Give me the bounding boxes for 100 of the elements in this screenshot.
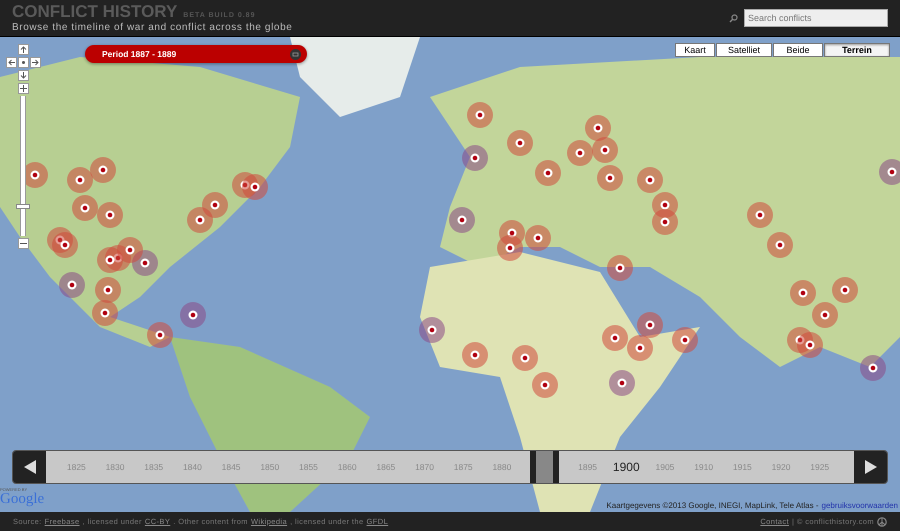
conflict-marker[interactable]: [812, 302, 838, 328]
timeline-back-button[interactable]: [13, 451, 46, 483]
map-type-button[interactable]: Satelliet: [716, 43, 772, 57]
conflict-marker[interactable]: [187, 207, 213, 233]
conflict-marker[interactable]: [97, 202, 123, 228]
search-field[interactable]: Search conflicts: [744, 9, 888, 27]
pan-left-button[interactable]: [6, 57, 16, 68]
conflict-marker[interactable]: [242, 174, 268, 200]
map-type-button[interactable]: Beide: [773, 43, 823, 57]
conflict-marker[interactable]: [602, 325, 628, 351]
timeline-year[interactable]: 1915: [723, 462, 762, 472]
conflict-marker[interactable]: [747, 202, 773, 228]
timeline-year[interactable]: 1830: [96, 462, 134, 472]
map-type-button[interactable]: Terrein: [824, 43, 890, 57]
conflict-marker[interactable]: [147, 322, 173, 348]
conflict-marker[interactable]: [132, 250, 158, 276]
conflict-marker[interactable]: [652, 209, 678, 235]
collapse-icon[interactable]: [290, 48, 301, 60]
conflict-marker[interactable]: [607, 255, 633, 281]
conflict-marker[interactable]: [592, 137, 618, 163]
search-icon: [729, 14, 738, 22]
conflict-marker[interactable]: [532, 372, 558, 398]
map-type-button[interactable]: Kaart: [675, 43, 715, 57]
conflict-marker[interactable]: [59, 272, 85, 298]
conflict-marker[interactable]: [585, 115, 611, 141]
conflict-marker[interactable]: [609, 370, 635, 396]
conflict-marker[interactable]: [117, 237, 143, 263]
conflict-marker[interactable]: [627, 335, 653, 361]
pan-right-button[interactable]: [30, 57, 40, 68]
timeline-forward-button[interactable]: [854, 451, 887, 483]
zoom-out-button[interactable]: [18, 238, 28, 249]
conflict-marker[interactable]: [507, 130, 533, 156]
conflict-marker[interactable]: [767, 232, 793, 258]
conflict-marker[interactable]: [525, 225, 551, 251]
conflict-marker[interactable]: [462, 342, 488, 368]
conflict-marker[interactable]: [467, 102, 493, 128]
period-label: Period 1887 - 1889: [102, 49, 176, 59]
timeline-year[interactable]: 1900: [606, 460, 646, 474]
conflict-marker[interactable]: [672, 327, 698, 353]
conflict-marker[interactable]: [637, 167, 663, 193]
zoom-slider-thumb[interactable]: [16, 204, 30, 209]
conflict-marker[interactable]: [72, 195, 98, 221]
conflict-marker[interactable]: [95, 277, 121, 303]
minus-icon: [20, 240, 26, 247]
app-subtitle: Browse the timeline of war and conflict across the globe: [12, 20, 292, 34]
conflict-marker[interactable]: [97, 247, 123, 273]
conflict-marker[interactable]: [92, 300, 118, 326]
timeline-year[interactable]: 1920: [762, 462, 800, 472]
pan-up-button[interactable]: [18, 44, 28, 55]
right-arrow-icon: [32, 59, 38, 66]
conflict-marker[interactable]: [462, 145, 488, 171]
conflict-marker[interactable]: [202, 192, 228, 218]
conflict-marker[interactable]: [52, 232, 78, 258]
timeline-year[interactable]: 1880: [482, 462, 522, 472]
timeline-year[interactable]: 1855: [289, 462, 328, 472]
conflict-marker[interactable]: [797, 332, 823, 358]
left-arrow-icon: [8, 59, 14, 66]
timeline-year[interactable]: 1845: [212, 462, 250, 472]
conflict-marker[interactable]: [790, 280, 816, 306]
terms-link[interactable]: gebruiksvoorwaarden: [822, 501, 898, 510]
conflict-marker[interactable]: [419, 317, 445, 343]
peace-icon: [877, 516, 887, 526]
timeline-year[interactable]: 1840: [173, 462, 212, 472]
timeline-year[interactable]: 1825: [57, 462, 96, 472]
app-title: CONFLICT HISTORY: [12, 2, 178, 20]
plus-icon: [20, 85, 26, 92]
timeline-year[interactable]: 1875: [444, 462, 483, 472]
pan-down-button[interactable]: [18, 70, 28, 81]
timeline-year[interactable]: 1860: [328, 462, 366, 472]
up-arrow-icon: [20, 46, 26, 53]
conflict-marker[interactable]: [567, 140, 593, 166]
timeline-year[interactable]: 1910: [684, 462, 723, 472]
map-attribution: Kaartgegevens ©2013 Google, INEGI, MapLink, Tele Atlas -: [606, 501, 818, 510]
google-logo: Google: [0, 492, 44, 507]
conflict-marker[interactable]: [497, 235, 523, 261]
timeline-year[interactable]: 1905: [646, 462, 684, 472]
timeline-year[interactable]: 1835: [134, 462, 174, 472]
down-arrow-icon: [20, 72, 26, 79]
dot-icon: [20, 59, 26, 66]
timeline-year[interactable]: 1865: [366, 462, 406, 472]
conflict-marker[interactable]: [67, 167, 93, 193]
right-triangle-icon: [864, 460, 876, 474]
conflict-marker[interactable]: [637, 312, 663, 338]
conflict-marker[interactable]: [449, 207, 475, 233]
conflict-marker[interactable]: [860, 355, 886, 381]
timeline-year[interactable]: 1895: [568, 462, 607, 472]
timeline-year[interactable]: 1850: [250, 462, 290, 472]
conflict-marker[interactable]: [512, 345, 538, 371]
timeline-year[interactable]: 1925: [800, 462, 840, 472]
conflict-marker[interactable]: [879, 159, 900, 185]
timeline-handle[interactable]: [530, 451, 560, 483]
conflict-marker[interactable]: [597, 165, 623, 191]
conflict-marker[interactable]: [180, 302, 206, 328]
conflict-marker[interactable]: [90, 157, 116, 183]
timeline-year[interactable]: 1870: [405, 462, 444, 472]
zoom-in-button[interactable]: [18, 83, 28, 94]
left-triangle-icon: [24, 460, 36, 474]
center-button[interactable]: [18, 57, 28, 68]
conflict-marker[interactable]: [535, 160, 561, 186]
conflict-marker[interactable]: [832, 277, 858, 303]
